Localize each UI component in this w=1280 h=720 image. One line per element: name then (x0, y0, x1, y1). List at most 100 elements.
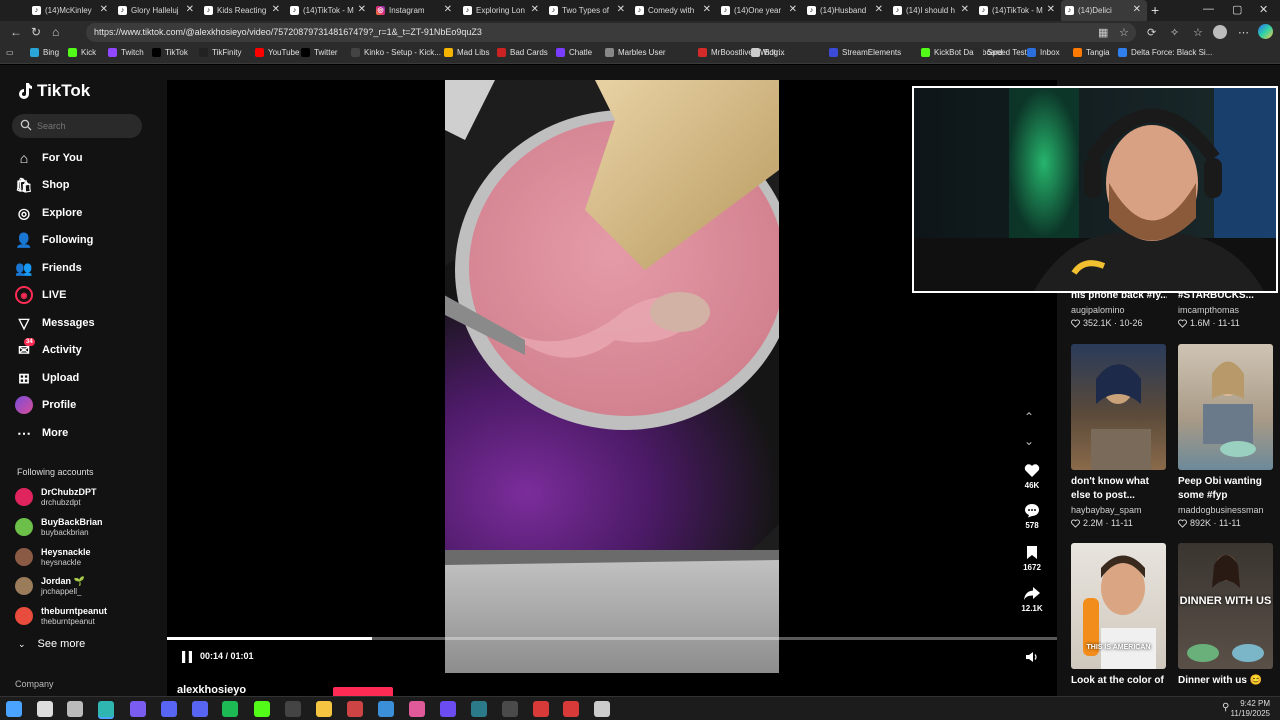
follow-button[interactable] (333, 687, 393, 696)
bookmark-item[interactable]: Kick (68, 48, 96, 57)
sidebar-item-live[interactable]: ◉ LIVE (15, 284, 66, 306)
tiktok-logo[interactable]: TikTok (17, 81, 90, 101)
comment-button[interactable]: 578 (1019, 503, 1045, 530)
file-explorer-icon[interactable] (316, 701, 332, 717)
taskbar-clock[interactable]: 9:42 PM 11/19/2025 (1231, 699, 1270, 719)
following-account[interactable]: Heysnackle heysnackle (15, 544, 91, 570)
sidebar-item-for-you[interactable]: ⌂ For You (15, 147, 83, 169)
bookmark-item[interactable]: TikFinity (199, 48, 241, 57)
new-tab-button[interactable]: + (1151, 2, 1159, 18)
bookmark-item[interactable]: Twitch (108, 48, 144, 57)
close-tab-icon[interactable]: ✕ (358, 4, 366, 15)
save-button[interactable]: 1672 (1019, 545, 1045, 572)
see-more-button[interactable]: ⌄ See more (18, 638, 85, 650)
card-thumbnail[interactable] (1178, 344, 1273, 470)
sidebar-item-more[interactable]: ⋯ More (15, 422, 68, 444)
discord-icon[interactable] (192, 701, 208, 717)
kick-icon[interactable] (254, 701, 270, 717)
browser-tab[interactable]: ♪ (14)I should h ✕ (889, 0, 975, 21)
settings-icon[interactable] (594, 701, 610, 717)
app-icon[interactable] (471, 701, 487, 717)
favorite-star-icon[interactable]: ☆ (1119, 26, 1129, 39)
bookmark-item[interactable]: Tangia (1073, 48, 1110, 57)
close-tab-icon[interactable]: ✕ (444, 4, 452, 15)
next-video-icon[interactable]: ⌄ (1024, 434, 1034, 448)
browser-tab[interactable]: ◎ Instagram ✕ (372, 0, 458, 21)
browser-tab[interactable]: ♪ (14)One year ✕ (717, 0, 803, 21)
close-tab-icon[interactable]: ✕ (703, 4, 711, 15)
bookmark-item[interactable]: Speed Test (974, 48, 1027, 57)
previous-video-icon[interactable]: ⌃ (1024, 410, 1034, 424)
bookmarks-apps-icon[interactable]: ▭ (6, 48, 14, 57)
bookmark-item[interactable]: Twitter (301, 48, 338, 57)
bookmark-item[interactable]: Chatle (556, 48, 592, 57)
close-tab-icon[interactable]: ✕ (531, 4, 539, 15)
search-icon[interactable] (37, 701, 53, 717)
back-button[interactable]: ← (10, 25, 22, 39)
card-thumbnail[interactable]: THIS IS AMERICAN (1071, 543, 1166, 669)
extensions-icon[interactable]: ⟳ (1147, 26, 1156, 39)
bookmark-item[interactable]: Bing (30, 48, 59, 57)
close-tab-icon[interactable]: ✕ (789, 4, 797, 15)
bookmark-item[interactable]: YouTube (255, 48, 299, 57)
recommended-card[interactable]: Peep Obi wanting some #fyp #baking... ma… (1178, 344, 1274, 529)
following-account[interactable]: Jordan 🌱 jnchappell_ (15, 573, 85, 599)
sidebar-item-profile[interactable]: ● Profile (15, 394, 76, 416)
recommended-card[interactable]: DINNER WITH US Dinner with us 😊 (1178, 543, 1274, 688)
sidebar-item-following[interactable]: 👤 Following (15, 229, 93, 251)
bookmark-item[interactable]: Kinko - Setup - Kick... (351, 48, 441, 57)
home-button[interactable]: ⌂ (52, 25, 59, 39)
close-tab-icon[interactable]: ✕ (875, 4, 883, 15)
windows-start-icon[interactable] (6, 701, 22, 717)
sidebar-item-upload[interactable]: ⊞ Upload (15, 367, 79, 389)
pause-icon[interactable] (181, 650, 193, 664)
app-icon[interactable] (409, 701, 425, 717)
app-icon[interactable] (161, 701, 177, 717)
edge-icon[interactable] (98, 701, 114, 717)
reload-button[interactable]: ↻ (31, 25, 41, 39)
browser-tab[interactable]: ♪ (14)TikTok - M ✕ (286, 0, 372, 21)
task-view-icon[interactable] (67, 701, 83, 717)
card-thumbnail[interactable]: DINNER WITH US (1178, 543, 1273, 669)
recommended-card[interactable]: don't know what else to post... haybayba… (1071, 344, 1167, 529)
recommended-card[interactable]: #STARBUCKS... imcampthomas 1.6M · 11-11 (1178, 289, 1274, 329)
app-icon[interactable] (533, 701, 549, 717)
close-tab-icon[interactable]: ✕ (617, 4, 625, 15)
browser-tab[interactable]: ♪ Glory Halleluj ✕ (114, 0, 200, 21)
app-icon[interactable] (440, 701, 456, 717)
app-icon[interactable] (347, 701, 363, 717)
sidebar-item-activity[interactable]: ✉ 34 Activity (15, 338, 82, 361)
following-account[interactable]: BuyBackBrian buybackbrian (15, 514, 103, 540)
recommended-card[interactable]: his phone back #fy... augipalomino 352.1… (1071, 289, 1167, 329)
bookmark-item[interactable]: Delta Force: Black Si... (1118, 48, 1212, 57)
browser-tab[interactable]: ♪ Exploring Lon ✕ (459, 0, 545, 21)
close-tab-icon[interactable]: ✕ (272, 4, 280, 15)
volume-icon[interactable] (1025, 650, 1039, 664)
bookmark-item[interactable]: Botrix (751, 48, 784, 57)
copilot-icon[interactable] (1258, 24, 1273, 39)
app-icon[interactable] (378, 701, 394, 717)
video-frame[interactable] (445, 80, 779, 673)
bookmark-item[interactable]: Bad Cards (497, 48, 548, 57)
sidebar-item-explore[interactable]: ◎ Explore (15, 202, 82, 224)
video-progress-bar[interactable] (167, 637, 1057, 640)
sidebar-item-shop[interactable]: 🛍 Shop (15, 174, 69, 196)
browser-tab[interactable]: ♪ Kids Reacting ✕ (200, 0, 286, 21)
close-tab-icon[interactable]: ✕ (1133, 4, 1141, 15)
video-author[interactable]: alexkhosieyo (177, 684, 246, 696)
menu-dots-icon[interactable]: ⋯ (1238, 26, 1249, 39)
bookmark-item[interactable]: Marbles User (605, 48, 666, 57)
minimize-button[interactable]: — (1203, 3, 1214, 15)
browser-tab[interactable]: ♪ (14)Husband ✕ (803, 0, 889, 21)
bookmark-item[interactable]: StreamElements (829, 48, 901, 57)
browser-tab[interactable]: ♪ (14)TikTok - M ✕ (975, 0, 1061, 21)
browser-tab[interactable]: ♪ (14)Delici ✕ (1061, 0, 1147, 21)
network-icon[interactable]: ⚲ (1222, 702, 1229, 713)
search-box[interactable] (12, 114, 142, 138)
close-tab-icon[interactable]: ✕ (186, 4, 194, 15)
recommended-card[interactable]: THIS IS AMERICAN Look at the color of (1071, 543, 1167, 688)
split-icon[interactable]: ✧ (1170, 26, 1179, 39)
chrome-icon[interactable] (130, 701, 146, 717)
spotify-icon[interactable] (222, 701, 238, 717)
close-window-button[interactable]: ✕ (1259, 3, 1268, 16)
